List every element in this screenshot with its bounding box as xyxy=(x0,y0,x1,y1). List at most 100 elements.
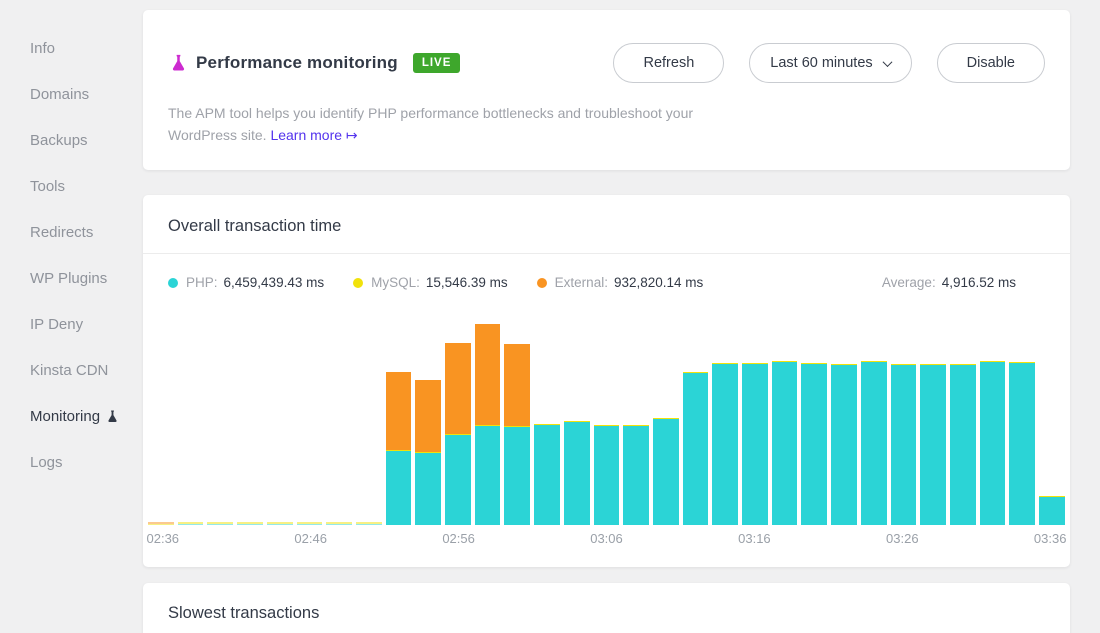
sidebar-item-label: Tools xyxy=(30,178,65,195)
slowest-transactions-card: Slowest transactions xyxy=(143,583,1070,633)
learn-more-label: Learn more xyxy=(270,127,342,143)
chart-bar[interactable] xyxy=(594,315,620,525)
chart-bar[interactable] xyxy=(801,315,827,525)
chart-bar[interactable] xyxy=(920,315,946,525)
chart-bar[interactable] xyxy=(683,315,709,525)
sidebar-item-monitoring[interactable]: Monitoring xyxy=(0,393,143,439)
sidebar-item-domains[interactable]: Domains xyxy=(0,71,143,117)
bar-segment-php xyxy=(861,362,887,525)
chart-bar[interactable] xyxy=(534,315,560,525)
sidebar-item-wp-plugins[interactable]: WP Plugins xyxy=(0,255,143,301)
x-axis-tick: 03:16 xyxy=(738,531,771,546)
slowest-transactions-title: Slowest transactions xyxy=(143,583,1070,623)
disable-button[interactable]: Disable xyxy=(937,43,1045,83)
chart-bar[interactable] xyxy=(148,315,174,525)
chart-bar[interactable] xyxy=(1039,315,1065,525)
chart-bar[interactable] xyxy=(623,315,649,525)
sidebar-item-tools[interactable]: Tools xyxy=(0,163,143,209)
legend-dot-icon xyxy=(353,278,363,288)
chart-bar[interactable] xyxy=(178,315,204,525)
legend-value: 932,820.14 ms xyxy=(614,275,703,290)
chart-bar[interactable] xyxy=(386,315,412,525)
legend-name: MySQL: xyxy=(371,275,420,290)
bar-segment-mysql xyxy=(148,524,174,525)
bar-segment-php xyxy=(653,419,679,525)
chart-x-axis: 02:3602:4602:5603:0603:1603:2603:36 xyxy=(148,531,1065,549)
sidebar-item-label: Domains xyxy=(30,86,89,103)
legend-name: PHP: xyxy=(186,275,218,290)
chart-bar[interactable] xyxy=(564,315,590,525)
chart-bar[interactable] xyxy=(267,315,293,525)
bar-segment-php xyxy=(267,524,293,525)
sidebar-item-label: IP Deny xyxy=(30,316,83,333)
sidebar-item-ip-deny[interactable]: IP Deny xyxy=(0,301,143,347)
chart-bar[interactable] xyxy=(712,315,738,525)
chart-bar[interactable] xyxy=(326,315,352,525)
time-range-dropdown[interactable]: Last 60 minutes xyxy=(749,43,911,83)
chart-bar[interactable] xyxy=(891,315,917,525)
chart-bar[interactable] xyxy=(504,315,530,525)
chart-bar[interactable] xyxy=(950,315,976,525)
chart-bar[interactable] xyxy=(742,315,768,525)
live-badge: LIVE xyxy=(413,53,461,73)
chart-bar[interactable] xyxy=(653,315,679,525)
chart-bar[interactable] xyxy=(980,315,1006,525)
bar-segment-php xyxy=(326,524,352,525)
flask-icon xyxy=(171,54,186,72)
flask-icon xyxy=(107,410,118,423)
page-title: Performance monitoring xyxy=(196,53,398,73)
sidebar-item-kinsta-cdn[interactable]: Kinsta CDN xyxy=(0,347,143,393)
transaction-chart xyxy=(148,315,1065,525)
bar-segment-php xyxy=(386,451,412,525)
sidebar-item-label: Backups xyxy=(30,132,88,149)
apm-description-text: The APM tool helps you identify PHP perf… xyxy=(168,105,693,143)
chart-bar[interactable] xyxy=(237,315,263,525)
sidebar-item-info[interactable]: Info xyxy=(0,25,143,71)
bar-segment-php xyxy=(534,425,560,525)
chart-bar[interactable] xyxy=(831,315,857,525)
x-axis-tick: 03:36 xyxy=(1034,531,1067,546)
legend-dot-icon xyxy=(168,278,178,288)
bar-segment-external xyxy=(386,372,412,450)
x-axis-tick: 03:06 xyxy=(590,531,623,546)
bar-segment-external xyxy=(475,324,501,425)
legend-value: 15,546.39 ms xyxy=(426,275,508,290)
bar-segment-php xyxy=(623,426,649,525)
sidebar-item-redirects[interactable]: Redirects xyxy=(0,209,143,255)
overall-transaction-time-card: Overall transaction time PHP: 6,459,439.… xyxy=(143,195,1070,567)
x-axis-tick: 02:56 xyxy=(442,531,475,546)
chart-bar[interactable] xyxy=(356,315,382,525)
learn-more-link[interactable]: Learn more ↦ xyxy=(270,127,357,143)
sidebar-item-backups[interactable]: Backups xyxy=(0,117,143,163)
chart-bar[interactable] xyxy=(207,315,233,525)
bar-segment-php xyxy=(742,364,768,525)
sidebar-item-logs[interactable]: Logs xyxy=(0,439,143,485)
bar-segment-php xyxy=(297,524,323,525)
bar-segment-php xyxy=(594,426,620,525)
chart-bar[interactable] xyxy=(415,315,441,525)
header-buttons: Refresh Last 60 minutes Disable xyxy=(613,43,1045,83)
chart-bar[interactable] xyxy=(297,315,323,525)
chart-bar[interactable] xyxy=(445,315,471,525)
sidebar-item-label: Monitoring xyxy=(30,408,100,425)
bar-segment-php xyxy=(891,365,917,525)
refresh-button[interactable]: Refresh xyxy=(613,43,724,83)
legend-item: External: 932,820.14 ms xyxy=(537,275,704,290)
legend-dot-icon xyxy=(537,278,547,288)
main-content: Performance monitoring LIVE Refresh Last… xyxy=(143,10,1070,633)
performance-title-row: Performance monitoring LIVE Refresh Last… xyxy=(143,10,1070,83)
bar-segment-php xyxy=(1009,363,1035,525)
bar-segment-php xyxy=(772,362,798,525)
chart-bar[interactable] xyxy=(861,315,887,525)
bar-segment-external xyxy=(445,343,471,434)
legend-name: External: xyxy=(555,275,608,290)
legend-item: PHP: 6,459,439.43 ms xyxy=(168,275,324,290)
sidebar-item-label: Info xyxy=(30,40,55,57)
bar-segment-php xyxy=(980,362,1006,525)
chart-bar[interactable] xyxy=(772,315,798,525)
legend-value: 6,459,439.43 ms xyxy=(224,275,325,290)
average-value: 4,916.52 ms xyxy=(942,275,1016,290)
chart-bar[interactable] xyxy=(475,315,501,525)
legend-item: MySQL: 15,546.39 ms xyxy=(353,275,508,290)
chart-bar[interactable] xyxy=(1009,315,1035,525)
